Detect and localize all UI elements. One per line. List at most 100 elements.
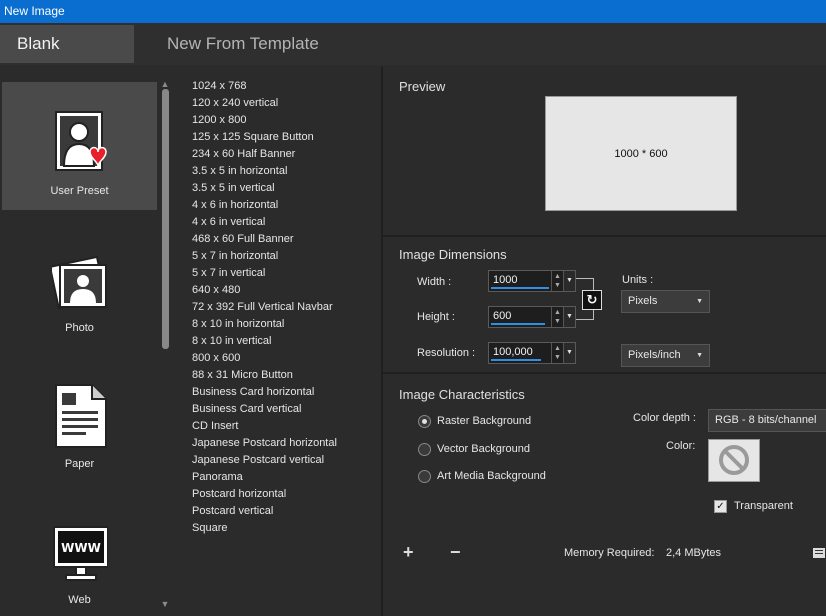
resolution-label: Resolution : [417,347,476,359]
preset-list-item[interactable]: 5 x 7 in horizontal [192,248,278,265]
preset-list-item[interactable]: 3.5 x 5 in horizontal [192,163,287,180]
height-value: 600 [493,310,512,322]
color-depth-select[interactable]: RGB - 8 bits/channel [708,409,826,432]
characteristics-heading: Image Characteristics [399,387,525,402]
section-separator [383,235,826,237]
memory-required-label: Memory Required: [564,547,655,559]
height-input[interactable]: 600 ▲ ▼ ▼ [488,306,576,328]
resolution-input[interactable]: 100,000 ▲ ▼ ▼ [488,342,576,364]
paper-icon [55,384,107,448]
preset-list-item[interactable]: 8 x 10 in vertical [192,333,271,350]
preset-list-item[interactable]: 5 x 7 in vertical [192,265,265,282]
category-label: Web [68,594,91,606]
preset-list-item[interactable]: Business Card vertical [192,401,301,418]
no-color-icon [719,445,749,475]
preset-list-item[interactable]: 1024 x 768 [192,78,246,95]
resolution-dropdown-icon[interactable]: ▼ [563,343,575,363]
svg-text:WWW: WWW [61,541,101,555]
preset-list-item[interactable]: 8 x 10 in horizontal [192,316,284,333]
web-monitor-icon: WWW [53,526,108,581]
background-color-swatch[interactable] [708,439,760,482]
category-web[interactable]: WWW Web [2,491,157,616]
resolution-stepper[interactable]: ▲ ▼ [551,343,563,363]
units-value: Pixels [628,295,658,307]
preset-list-item[interactable]: 234 x 60 Half Banner [192,146,295,163]
category-panel: User Preset Photo Paper WWW Web ▲ ▼ [0,67,173,616]
title-bar: New Image [0,0,826,23]
preset-list-item[interactable]: 468 x 60 Full Banner [192,231,294,248]
preset-list-item[interactable]: Japanese Postcard horizontal [192,435,337,452]
preset-list-item[interactable]: 800 x 600 [192,350,240,367]
preset-list-item[interactable]: Business Card horizontal [192,384,314,401]
preset-list-item[interactable]: Japanese Postcard vertical [192,452,324,469]
settings-panel: Preview 1000 * 600 Image Dimensions Imag… [383,67,826,616]
scroll-up-icon[interactable]: ▲ [160,79,170,89]
tab-blank-canvas[interactable]: Blank Canvas [0,25,134,91]
preset-list-item[interactable]: Postcard vertical [192,503,273,520]
section-separator [383,372,826,374]
window-title: New Image [4,4,65,18]
add-preset-icon[interactable]: + [403,542,414,563]
category-scrollbar[interactable]: ▲ ▼ [160,79,170,609]
width-focus-underline [491,287,549,289]
preset-list-item[interactable]: 4 x 6 in vertical [192,214,265,231]
width-input[interactable]: 1000 ▲ ▼ ▼ [488,270,576,292]
vector-background-label[interactable]: Vector Background [437,443,530,455]
tab-bar: Blank Canvas New From Template [0,23,826,91]
preset-list-item[interactable]: 4 x 6 in horizontal [192,197,278,214]
raster-background-label[interactable]: Raster Background [437,415,531,427]
dimensions-heading: Image Dimensions [399,247,507,262]
resolution-value: 100,000 [493,346,533,358]
vector-background-radio[interactable] [418,443,431,456]
width-label: Width : [417,276,452,288]
photo-icon [52,255,107,310]
scroll-down-icon[interactable]: ▼ [160,599,170,609]
tab-new-from-template[interactable]: New From Template [150,25,336,63]
preset-list-item[interactable]: Panorama [192,469,243,486]
chevron-down-icon: ▼ [696,298,703,305]
transparent-label[interactable]: Transparent [734,500,793,512]
preset-list-item[interactable]: 125 x 125 Square Button [192,129,314,146]
preset-list-item[interactable]: Postcard horizontal [192,486,286,503]
category-user-preset[interactable]: User Preset [2,82,157,210]
art-media-background-label[interactable]: Art Media Background [437,470,546,482]
preset-list: 1024 x 768 120 x 240 vertical 1200 x 800 12… [180,67,380,616]
preview-box: 1000 * 600 [545,96,737,211]
category-photo[interactable]: Photo [2,219,157,347]
color-label: Color: [666,440,696,452]
preset-list-item[interactable]: CD Insert [192,418,238,435]
preset-list-item[interactable]: 3.5 x 5 in vertical [192,180,275,197]
transparent-checkbox[interactable]: ✓ [714,500,727,513]
remove-preset-icon[interactable]: − [450,542,461,563]
preset-list-item[interactable]: 1200 x 800 [192,112,246,129]
resolution-units-select[interactable]: Pixels/inch ▼ [621,344,710,367]
aspect-lock-icon[interactable]: ↻ [582,290,602,310]
scroll-thumb[interactable] [162,89,169,349]
resolution-focus-underline [491,359,541,361]
category-paper[interactable]: Paper [2,355,157,483]
preset-list-item[interactable]: 72 x 392 Full Vertical Navbar [192,299,333,316]
height-stepper[interactable]: ▲ ▼ [551,307,563,327]
preset-list-item[interactable]: 640 x 480 [192,282,240,299]
color-depth-label: Color depth : [633,412,696,424]
raster-background-radio[interactable] [418,415,431,428]
memory-info-icon[interactable] [812,546,826,560]
width-dropdown-icon[interactable]: ▼ [563,271,575,291]
height-dropdown-icon[interactable]: ▼ [563,307,575,327]
art-media-background-radio[interactable] [418,470,431,483]
user-preset-icon [55,111,107,171]
category-label: User Preset [50,185,109,197]
memory-required-value: 2,4 MBytes [666,547,722,559]
preview-heading: Preview [399,79,446,94]
height-label: Height : [417,311,455,323]
category-label: Paper [64,458,95,470]
chevron-down-icon: ▼ [696,352,703,359]
units-label: Units : [622,274,654,286]
preset-list-item[interactable]: 120 x 240 vertical [192,95,278,112]
units-select[interactable]: Pixels ▼ [621,290,710,313]
preview-size-text: 1000 * 600 [614,148,668,160]
preset-list-item[interactable]: 88 x 31 Micro Button [192,367,293,384]
width-stepper[interactable]: ▲ ▼ [551,271,563,291]
resolution-units-value: Pixels/inch [628,349,681,361]
preset-list-item[interactable]: Square [192,520,227,537]
